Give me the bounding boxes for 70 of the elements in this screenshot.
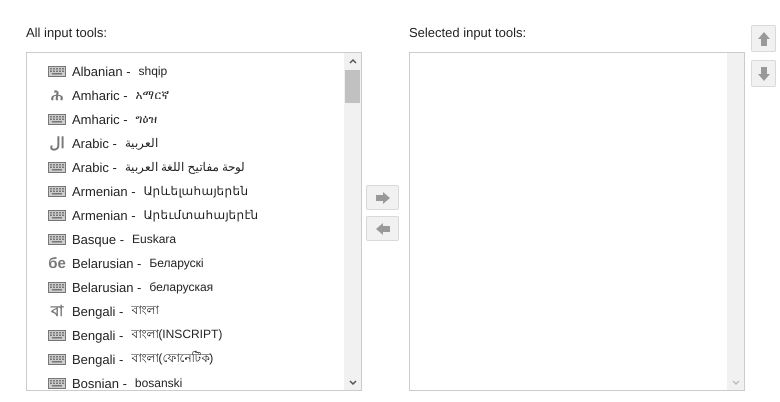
list-heading: All input tools: — [26, 24, 108, 42]
language-name: Bengali - — [72, 304, 124, 318]
left-arrow-icon — [376, 222, 390, 234]
input-tool-item[interactable]: Armenian - Արևելահայերեն — [27, 179, 344, 203]
input-tools-list[interactable] — [26, 52, 362, 391]
list-heading: Selected input tools: — [409, 24, 528, 42]
native-name: Беларускі — [149, 256, 204, 270]
native-name: বাংলা — [131, 302, 158, 319]
input-tool-item[interactable]: বা Bengali - বাংলা — [27, 299, 344, 323]
keyboard-icon — [48, 234, 66, 244]
language-name: Arabic - — [72, 136, 117, 150]
keyboard-icon — [48, 378, 66, 388]
scroll-up-icon — [348, 58, 356, 64]
native-name: አማርኛ — [136, 88, 170, 102]
move-down-button[interactable] — [751, 60, 776, 87]
input-tool-item[interactable]: Albanian - shqip — [27, 59, 344, 83]
input-tool-item[interactable]: Bengali - বাংলা(ফোনেটিক) — [27, 347, 344, 371]
native-name: বাংলা(INSCRIPT) — [131, 326, 222, 343]
script-glyph-icon: ال — [50, 136, 64, 150]
script-glyph-icon: ሕ — [51, 88, 63, 102]
native-name: Արևելահայերեն — [144, 184, 249, 198]
keyboard-icon — [48, 162, 66, 172]
add-button[interactable] — [366, 185, 399, 210]
native-name: bosanski — [134, 376, 182, 390]
script-glyph-icon: বা — [51, 304, 63, 318]
language-name: Amharic - — [72, 112, 128, 126]
keyboard-icon — [48, 186, 66, 196]
input-tool-item[interactable]: ሕ Amharic - አማርኛ — [27, 83, 344, 107]
language-name: Amharic - — [72, 88, 128, 102]
language-name: Arabic - — [72, 160, 117, 174]
native-name: Euskara — [132, 232, 176, 246]
keyboard-icon — [48, 114, 66, 124]
scroll-down-icon — [348, 380, 356, 384]
keyboard-icon — [48, 66, 66, 76]
language-name: Basque - — [72, 232, 124, 246]
language-name: Belarusian - — [72, 280, 142, 294]
language-name: Bengali - — [72, 352, 124, 366]
input-tool-item[interactable]: Bengali - বাংলা(INSCRIPT) — [27, 323, 344, 347]
remove-button[interactable] — [366, 216, 399, 241]
language-name: Bosnian - — [72, 376, 127, 390]
native-name: ግዕዝ — [136, 112, 158, 126]
input-tool-item[interactable]: Belarusian - беларуская — [27, 275, 344, 299]
native-name: shqip — [138, 64, 168, 78]
down-arrow-icon — [758, 66, 770, 80]
input-tool-item[interactable]: Basque - Euskara — [27, 227, 344, 251]
scroll-down-icon — [732, 380, 740, 384]
native-name: لوحة مفاتيح اللغة العربية — [124, 160, 245, 174]
keyboard-icon — [48, 210, 66, 220]
native-name: беларуская — [149, 280, 214, 294]
input-tool-item[interactable]: Amharic - ግዕዝ — [27, 107, 344, 131]
input-tool-item[interactable]: бе Belarusian - Беларускі — [27, 251, 344, 275]
language-name: Armenian - — [72, 208, 136, 222]
native-name: Արեւմտահայերէն — [144, 208, 259, 222]
native-name: বাংলা(ফোনেটিক) — [131, 350, 214, 367]
input-tool-item[interactable]: Bosnian - bosanski — [27, 371, 344, 390]
up-arrow-icon — [758, 32, 770, 46]
language-name: Albanian - — [72, 64, 131, 78]
scrollbar-thumb[interactable] — [345, 70, 360, 103]
native-name: العربية — [124, 136, 158, 150]
keyboard-icon — [48, 282, 66, 292]
input-tool-item[interactable]: Armenian - Արեւմտահայերէն — [27, 203, 344, 227]
script-glyph-icon: бе — [48, 256, 66, 270]
language-name: Belarusian - — [72, 256, 142, 270]
scrollbar[interactable] — [344, 53, 361, 390]
language-name: Bengali - — [72, 328, 124, 342]
keyboard-icon — [48, 330, 66, 340]
language-name: Armenian - — [72, 184, 136, 198]
move-up-button[interactable] — [751, 25, 776, 52]
right-arrow-icon — [376, 192, 390, 204]
keyboard-icon — [48, 354, 66, 364]
